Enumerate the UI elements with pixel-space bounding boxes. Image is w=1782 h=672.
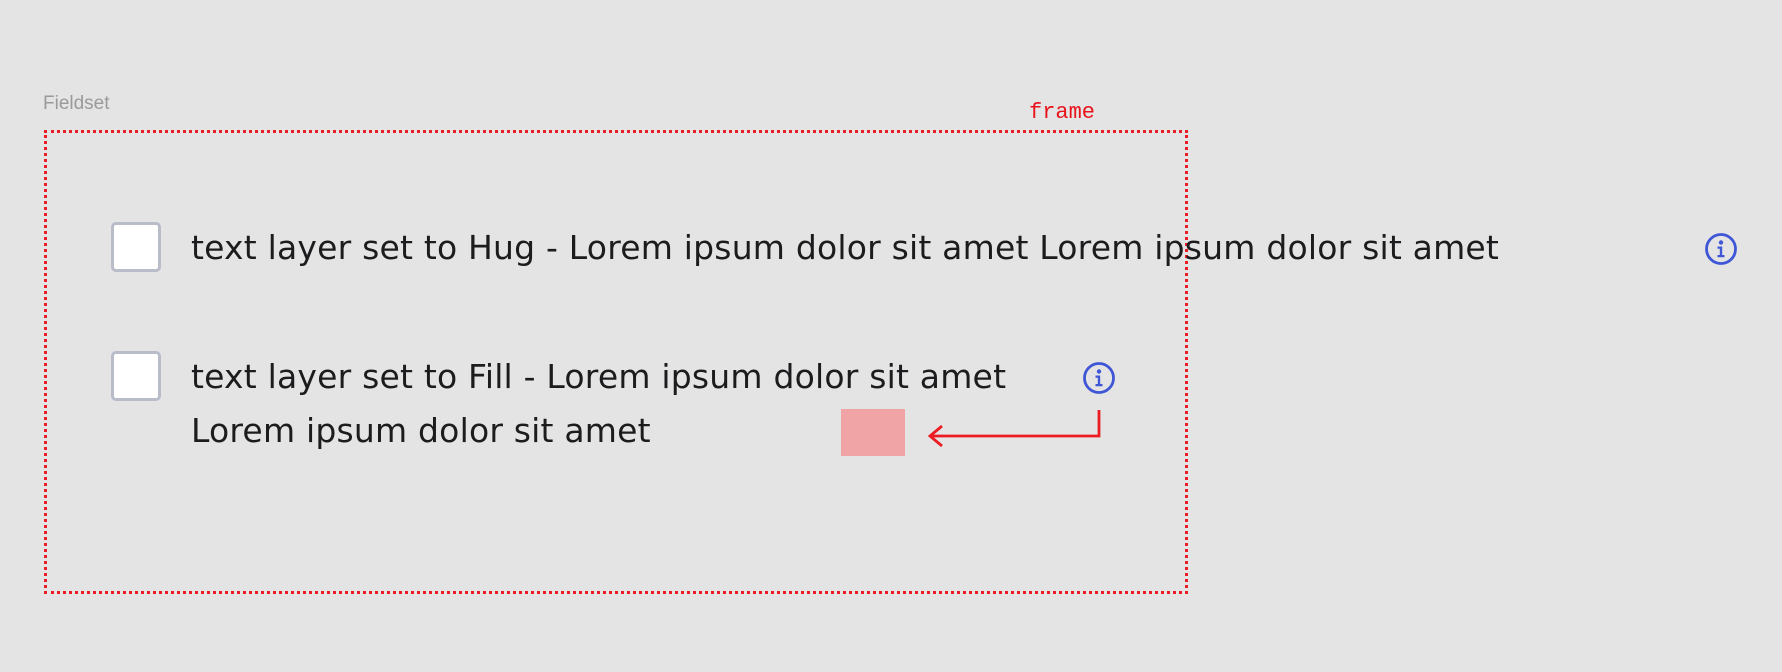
fieldset-label: Fieldset <box>43 93 110 114</box>
annotation-arrow-icon <box>927 410 1101 448</box>
checkbox-fill[interactable] <box>111 351 161 401</box>
fill-space-swatch <box>841 409 905 456</box>
frame-annotation-label: frame <box>1029 100 1096 125</box>
checkbox-label-hug: text layer set to Hug - Lorem ipsum dolo… <box>191 228 1500 267</box>
info-icon[interactable] <box>1704 232 1738 266</box>
checkbox-hug[interactable] <box>111 222 161 272</box>
info-icon[interactable] <box>1082 361 1116 395</box>
